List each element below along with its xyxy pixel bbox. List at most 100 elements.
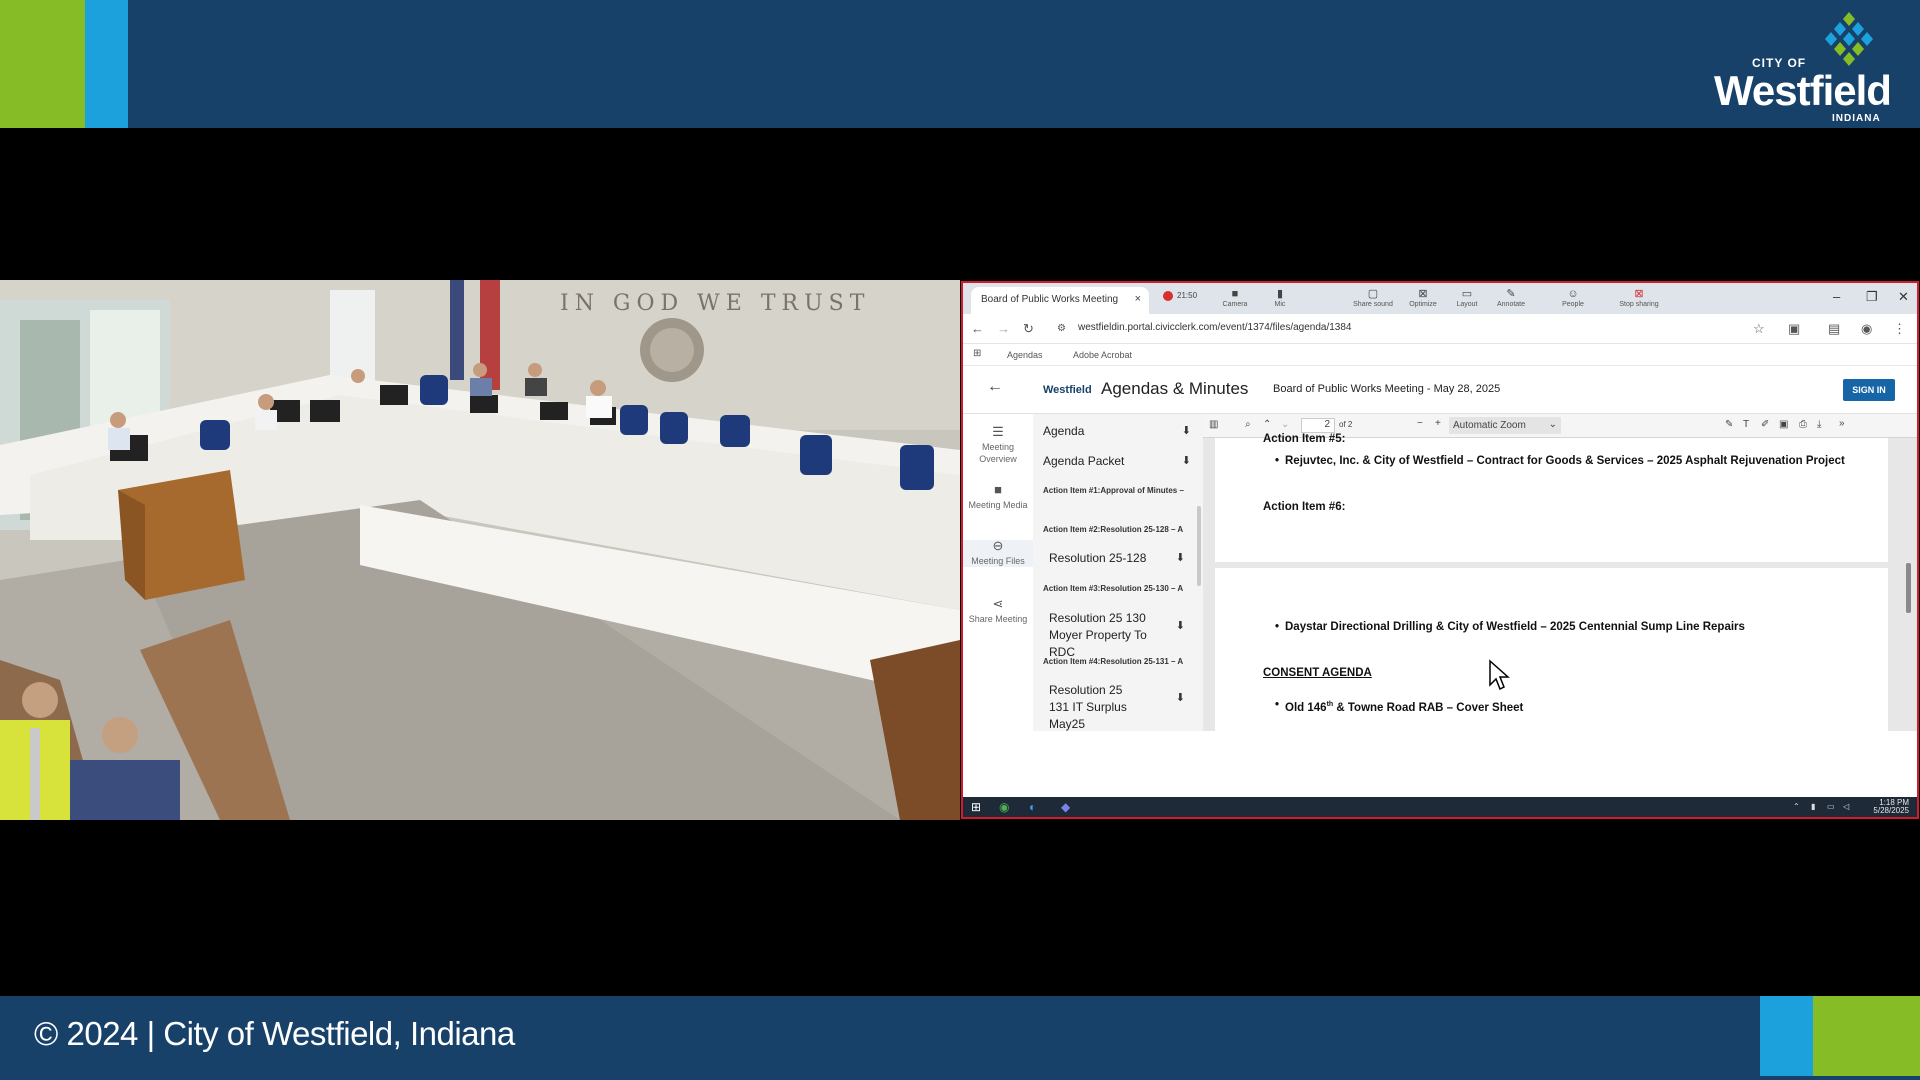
print-icon[interactable]: ⎙ [1799,419,1807,430]
people-icon: ☺ [1567,288,1579,300]
stop-sharing-button[interactable]: ⊠ Stop sharing [1611,287,1667,308]
rail-meeting-media[interactable]: ■ Meeting Media [963,482,1033,511]
footer-green-block [1813,996,1920,1076]
download-icon[interactable]: ⬇ [1176,690,1185,707]
layout-button[interactable]: ▭ Layout [1445,287,1489,308]
video-icon: ■ [994,482,1002,497]
sidebar-toggle-icon[interactable]: ▥ [1209,419,1218,430]
file-resolution-25-130[interactable]: Resolution 25 130 Moyer Property To RDC … [1033,610,1203,661]
windows-taskbar: ⊞ ◉ ◐ ◆ ⌃ ▮ ▭ ◁ 1:18 PM 5/28/2025 [963,797,1917,817]
file-list: Agenda ⬇ Agenda Packet ⬇ Action Item #1:… [1033,414,1203,731]
doc-heading-action-6: Action Item #6: [1263,501,1346,513]
stop-sharing-icon: ⊠ [1634,288,1644,300]
profile-icon[interactable]: ◉ [1861,321,1872,337]
pdf-page-1: Action Item #5: • Rejuvtec, Inc. & City o… [1215,433,1888,562]
camera-feed: IN GOD WE TRUST [0,280,960,820]
browser-tab[interactable]: Board of Public Works Meeting × [971,287,1149,314]
westfield-logo: CITY OF Westfield INDIANA [1700,10,1900,124]
extensions-icon[interactable]: ▣ [1788,321,1800,337]
network-icon: ▭ [1827,802,1835,811]
download-icon[interactable]: ⬇ [1176,618,1185,635]
app-logo: Westfield [1043,384,1092,396]
people-button[interactable]: ☺ People [1551,287,1595,308]
share-sound-button[interactable]: ▢ Share sound [1351,287,1395,308]
annotate-button[interactable]: ✎ Annotate [1489,287,1533,308]
back-icon[interactable]: ← [971,321,984,336]
share-icon: ⋖ [992,596,1004,611]
zoom-out-icon[interactable]: − [1417,418,1423,429]
tray-chevron-icon[interactable]: ⌃ [1793,802,1800,811]
image-icon[interactable]: ▣ [1779,419,1788,430]
camera-button[interactable]: ■ Camera [1213,287,1257,308]
optimize-button[interactable]: ⊠ Optimize [1401,287,1445,308]
download-icon[interactable]: ⬇ [1182,454,1191,467]
doc-bullet: • Rejuvtec, Inc. & City of Westfield – Co… [1275,455,1845,467]
file-list-scrollbar[interactable] [1197,506,1201,586]
pdf-viewer: ▥ ⌕ ⌃ ⌄ 2 of 2 − + Automatic Zoom ⌄ ✎ T … [1203,414,1917,731]
reload-icon[interactable]: ↻ [1023,321,1034,337]
tab-close-icon[interactable]: × [1135,293,1141,305]
doc-heading-action-5: Action Item #5: [1263,433,1346,445]
rail-meeting-files[interactable]: ⊖ Meeting Files [963,538,1033,567]
download-icon[interactable]: ⬇ [1182,424,1191,437]
text-tool-icon[interactable]: T [1743,419,1749,430]
page-number-input[interactable]: 2 [1301,418,1335,433]
file-agenda-packet[interactable]: Agenda Packet ⬇ [1033,454,1203,468]
rail-meeting-overview[interactable]: ☰ Meeting Overview [963,425,1033,465]
logo-name: Westfield [1714,67,1892,114]
header-blue-block [85,0,128,128]
header-bar [0,0,1920,128]
zoom-in-icon[interactable]: + [1435,418,1441,429]
attachment-icon: ⊖ [992,538,1004,553]
draw-icon[interactable]: ✐ [1761,419,1769,430]
sign-in-button[interactable]: SIGN IN [1843,379,1895,401]
edge-icon[interactable]: ◐ [1029,800,1036,814]
footer-copyright: © 2024 | City of Westfield, Indiana [34,1015,515,1052]
teams-icon[interactable]: ◆ [1061,800,1070,814]
taskbar-clock: 1:18 PM 5/28/2025 [1873,798,1909,815]
bookmark-star-icon[interactable]: ☆ [1753,321,1765,337]
minimize-icon[interactable]: – [1833,289,1840,304]
volume-icon: ◁ [1843,802,1850,811]
search-icon[interactable]: ⌕ [1245,419,1251,430]
zoom-select[interactable]: Automatic Zoom ⌄ [1449,417,1561,434]
file-resolution-25-128[interactable]: Resolution 25-128 ⬇ [1033,551,1203,565]
share-timer: 21:50 [1177,291,1198,300]
save-icon[interactable]: ⤓ [1817,419,1821,430]
share-toolbar: 21:50 ■ Camera ▮ Mic ▢ Share sound ⊠ Optimiz… [1163,287,1703,311]
forward-icon[interactable]: → [997,321,1010,336]
header-green-block [0,0,85,128]
site-info-icon[interactable]: ⚙ [1057,323,1066,334]
prev-page-icon[interactable]: ⌃ [1263,419,1271,430]
highlight-icon[interactable]: ✎ [1725,419,1733,430]
apps-grid-icon[interactable]: ⊞ [973,348,981,359]
pdf-page-2: • Daystar Directional Drilling & City of … [1215,568,1888,731]
chrome-icon[interactable]: ◉ [999,800,1009,814]
next-page-icon[interactable]: ⌄ [1281,419,1289,430]
menu-dots-icon[interactable]: ⋮ [1893,321,1906,337]
download-icon[interactable]: ⬇ [1176,551,1185,564]
westfield-logo-mark-icon [1825,12,1873,66]
tab-title: Board of Public Works Meeting [981,294,1119,305]
close-icon[interactable]: ✕ [1898,289,1909,305]
restore-icon[interactable]: ❐ [1866,289,1878,305]
chevron-down-icon: ⌄ [1548,419,1557,430]
file-agenda[interactable]: Agenda ⬇ [1033,424,1203,438]
bookmark-adobe-acrobat[interactable]: Adobe Acrobat [1073,350,1132,360]
file-resolution-25-131[interactable]: Resolution 25 131 IT Surplus May25 ⬇ [1033,682,1203,731]
mic-button[interactable]: ▮ Mic [1258,287,1302,308]
side-panel-icon[interactable]: ▤ [1828,321,1840,337]
bookmark-agendas[interactable]: Agendas [1007,350,1043,360]
pdf-scroll-thumb[interactable] [1906,563,1911,613]
app-back-icon[interactable]: ← [987,378,1003,396]
windows-start-icon[interactable]: ⊞ [971,800,981,814]
url-field[interactable]: westfieldin.portal.civicclerk.com/event/… [1078,322,1352,333]
more-tools-icon[interactable]: » [1839,418,1845,429]
pdf-scrollbar[interactable] [1903,438,1913,731]
battery-icon: ▮ [1811,802,1816,811]
action-item-heading: Action Item #2:Resolution 25-128 – A [1043,525,1184,534]
rail-share-meeting[interactable]: ⋖ Share Meeting [963,596,1033,625]
screen-share-pane: Board of Public Works Meeting × 21:50 ■ C… [961,281,1919,819]
action-item-heading: Action Item #4:Resolution 25-131 – A [1043,657,1184,666]
page-count: of 2 [1339,420,1353,429]
